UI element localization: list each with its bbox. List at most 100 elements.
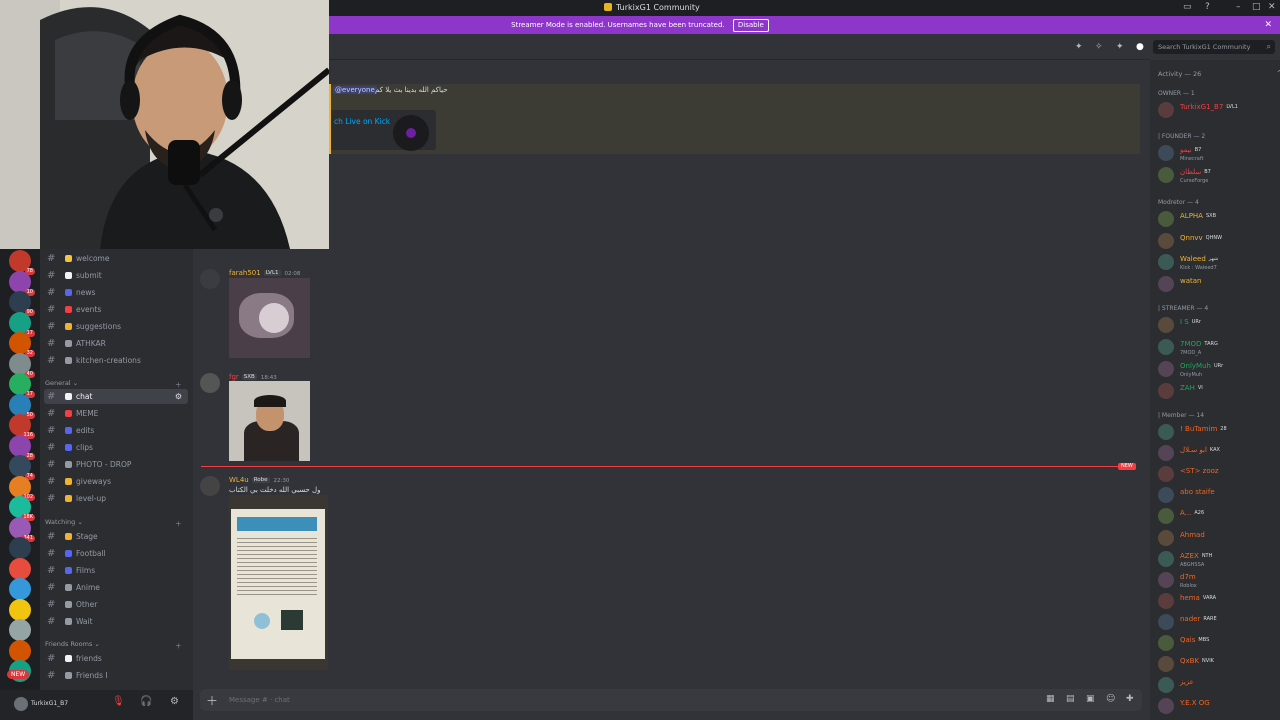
activity-header[interactable]: Activity — 26 ⌃ bbox=[1158, 69, 1280, 78]
channel-item[interactable]: # PHOTO - DROP bbox=[44, 457, 188, 472]
server-icon[interactable]: 116 bbox=[9, 414, 35, 439]
channel-item[interactable]: # chat ⚙ bbox=[44, 389, 188, 404]
member-item[interactable]: Qnnvv QHNW bbox=[1150, 231, 1280, 251]
avatar[interactable] bbox=[200, 476, 220, 496]
member-item[interactable]: Waleed شهر Kick : Waleed7 bbox=[1150, 252, 1280, 272]
gif-icon[interactable]: ▤ bbox=[1066, 694, 1075, 704]
server-icon[interactable]: 40 bbox=[9, 352, 35, 378]
server-icon[interactable]: 78 bbox=[9, 250, 35, 275]
channel-item[interactable]: # giveways bbox=[44, 474, 188, 489]
server-icon[interactable] bbox=[9, 639, 31, 662]
channel-item[interactable]: # Friends I bbox=[44, 668, 188, 683]
avatar[interactable] bbox=[200, 373, 220, 393]
channel-settings-icon[interactable]: ⚙ bbox=[175, 389, 182, 404]
disable-button[interactable]: Disable bbox=[732, 19, 769, 32]
maximize-icon[interactable]: □ bbox=[1252, 2, 1261, 12]
channel-item[interactable]: # Stage bbox=[44, 529, 188, 544]
close-window-icon[interactable]: ✕ bbox=[1268, 2, 1276, 12]
create-channel-icon[interactable]: ＋ bbox=[175, 640, 182, 650]
server-icon[interactable]: 10 bbox=[9, 270, 35, 296]
server-icon[interactable] bbox=[9, 578, 31, 600]
channel-category[interactable]: General ⌄ ＋ bbox=[45, 379, 182, 389]
message-author[interactable]: farah501 bbox=[229, 269, 261, 277]
channel-item[interactable]: # events bbox=[44, 302, 188, 317]
member-item[interactable]: ابو سـلال KAX bbox=[1150, 443, 1280, 463]
server-icon[interactable] bbox=[9, 537, 31, 559]
member-item[interactable]: ZAH VI bbox=[1150, 381, 1280, 401]
server-icon[interactable]: 90 bbox=[9, 291, 35, 316]
server-icon[interactable] bbox=[9, 557, 31, 580]
server-icon[interactable]: 341 bbox=[9, 516, 35, 542]
member-item[interactable]: TurkixG1_B7 LVL1 bbox=[1150, 100, 1280, 120]
kick-embed[interactable]: ch Live on Kick bbox=[331, 110, 436, 151]
channel-item[interactable]: # Films bbox=[44, 563, 188, 578]
server-icon[interactable]: 28 bbox=[9, 434, 35, 460]
channel-item[interactable]: # Anime bbox=[44, 580, 188, 595]
new-unreads-pill[interactable]: NEW bbox=[7, 670, 30, 679]
minimize-icon[interactable]: – bbox=[1236, 2, 1241, 12]
member-item[interactable]: QxBK NVIK bbox=[1150, 654, 1280, 674]
server-icon[interactable] bbox=[9, 619, 31, 641]
member-list-icon[interactable]: ● bbox=[1136, 42, 1144, 52]
threads-icon[interactable]: ✦ bbox=[1075, 42, 1083, 52]
channel-item[interactable]: # Wait bbox=[44, 614, 188, 629]
inbox-icon[interactable]: ▭ bbox=[1183, 2, 1192, 12]
channel-item[interactable]: # kitchen-creations bbox=[44, 353, 188, 368]
member-item[interactable]: عزيز bbox=[1150, 675, 1280, 695]
member-item[interactable]: AZEX NTH ABGHSSA bbox=[1150, 549, 1280, 569]
server-icon[interactable]: 102 bbox=[9, 475, 35, 501]
channel-item[interactable]: # ATHKAR bbox=[44, 336, 188, 351]
server-icon[interactable]: 17 bbox=[9, 373, 35, 398]
channel-item[interactable]: # welcome bbox=[44, 251, 188, 266]
collapse-icon[interactable]: ⌃ bbox=[1276, 69, 1280, 78]
apps-icon[interactable]: ✚ bbox=[1126, 694, 1134, 704]
channel-item[interactable]: # Other bbox=[44, 597, 188, 612]
channel-item[interactable]: # Football bbox=[44, 546, 188, 561]
close-banner-icon[interactable]: ✕ bbox=[1264, 16, 1272, 34]
avatar[interactable] bbox=[200, 269, 220, 289]
member-item[interactable]: OnlyMuh URr OnlyMuh bbox=[1150, 359, 1280, 379]
emoji-icon[interactable]: ☺ bbox=[1106, 694, 1115, 704]
message-input[interactable]: Message # · chat bbox=[229, 696, 290, 704]
pin-icon[interactable]: ✦ bbox=[1116, 42, 1124, 52]
sticker-icon[interactable]: ▣ bbox=[1086, 694, 1095, 704]
channel-item[interactable]: # level-up bbox=[44, 491, 188, 506]
member-item[interactable]: Qais MBS bbox=[1150, 633, 1280, 653]
help-icon[interactable]: ? bbox=[1205, 2, 1210, 12]
message-image[interactable] bbox=[229, 495, 328, 670]
member-item[interactable]: d7m Roblox bbox=[1150, 570, 1280, 590]
gift-icon[interactable]: ▦ bbox=[1046, 694, 1055, 704]
member-item[interactable]: I S URr bbox=[1150, 315, 1280, 335]
everyone-mention[interactable]: @everyone bbox=[333, 86, 377, 94]
user-name[interactable]: TurkixG1_B7 bbox=[31, 700, 68, 707]
server-icon[interactable]: 17 bbox=[9, 311, 35, 337]
channel-item[interactable]: # news bbox=[44, 285, 188, 300]
member-item[interactable]: watan bbox=[1150, 274, 1280, 294]
member-item[interactable]: نيمو B7 Minecraft bbox=[1150, 143, 1280, 163]
create-channel-icon[interactable]: ＋ bbox=[175, 379, 182, 389]
server-icon[interactable]: 74 bbox=[9, 455, 35, 480]
member-item[interactable]: سلطان B7 CurseForge bbox=[1150, 165, 1280, 185]
channel-category[interactable]: Watching ⌄ ＋ bbox=[45, 518, 182, 528]
mute-icon[interactable]: ✧ bbox=[1095, 42, 1103, 52]
server-icon[interactable] bbox=[9, 598, 31, 621]
channel-item[interactable]: # suggestions bbox=[44, 319, 188, 334]
member-item[interactable]: Ahmad bbox=[1150, 528, 1280, 548]
channel-item[interactable]: # clips bbox=[44, 440, 188, 455]
deafen-icon[interactable]: 🎧 bbox=[140, 696, 152, 707]
member-item[interactable]: 7MOD TARG 7MOD_A bbox=[1150, 337, 1280, 357]
message-image[interactable] bbox=[229, 278, 310, 358]
server-icon[interactable]: 50 bbox=[9, 393, 35, 419]
member-item[interactable]: A... A26 bbox=[1150, 506, 1280, 526]
channel-category[interactable]: Friends Rooms ⌄ ＋ bbox=[45, 640, 182, 650]
channel-item[interactable]: # friends bbox=[44, 651, 188, 666]
message-author[interactable]: WL4u bbox=[229, 476, 249, 484]
user-avatar[interactable] bbox=[14, 697, 28, 711]
server-icon[interactable]: 18K bbox=[9, 496, 35, 521]
message-author[interactable]: fgr bbox=[229, 373, 239, 381]
create-channel-icon[interactable]: ＋ bbox=[175, 518, 182, 528]
message-composer[interactable]: ＋ Message # · chat ▦ ▤ ▣ ☺ ✚ bbox=[200, 689, 1142, 711]
add-attachment-icon[interactable]: ＋ bbox=[206, 692, 218, 709]
settings-icon[interactable]: ⚙ bbox=[170, 696, 179, 707]
member-item[interactable]: <ST> zooz bbox=[1150, 464, 1280, 484]
